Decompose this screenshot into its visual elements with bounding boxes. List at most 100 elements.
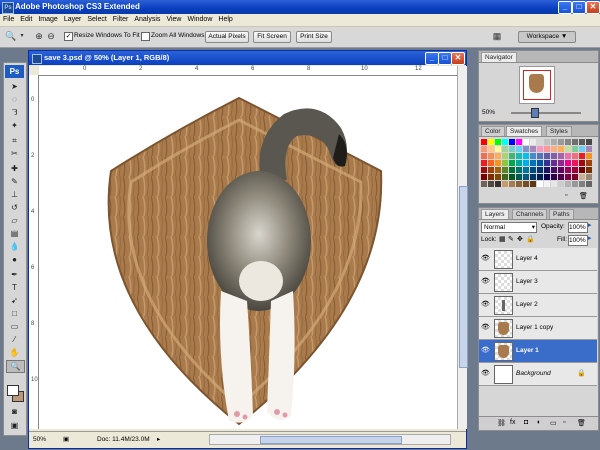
color-swatch[interactable] (537, 153, 543, 159)
resize-windows-checkbox[interactable]: ✓ (64, 32, 73, 41)
color-swatch[interactable] (565, 167, 571, 173)
menu-filter[interactable]: Filter (110, 14, 132, 26)
color-swatch[interactable] (544, 181, 550, 187)
lock-position-icon[interactable]: ✥ (517, 235, 523, 243)
tab-swatches[interactable]: Swatches (506, 126, 543, 136)
color-swatch[interactable] (502, 153, 508, 159)
menu-window[interactable]: Window (184, 14, 215, 26)
tab-layers[interactable]: Layers (481, 209, 509, 219)
magic-wand-tool-icon[interactable]: ✦ (6, 120, 23, 131)
fx-icon[interactable]: fx (510, 419, 515, 426)
navigator-zoom[interactable]: 50% (482, 109, 495, 116)
layer-row-layer-1[interactable]: 👁 Layer 1 (479, 340, 597, 363)
color-swatch[interactable] (495, 181, 501, 187)
dodge-tool-icon[interactable]: ● (6, 254, 23, 265)
color-swatch[interactable] (488, 146, 494, 152)
tab-paths[interactable]: Paths (549, 209, 574, 219)
color-swatch[interactable] (551, 153, 557, 159)
color-swatch[interactable] (579, 174, 585, 180)
tab-color[interactable]: Color (481, 126, 505, 136)
color-swatch[interactable] (495, 167, 501, 173)
visibility-eye-icon[interactable]: 👁 (481, 300, 490, 309)
visibility-eye-icon[interactable]: 👁 (481, 369, 490, 378)
brush-tool-icon[interactable]: ✎ (6, 176, 23, 187)
color-swatch[interactable] (537, 174, 543, 180)
color-swatch[interactable] (565, 174, 571, 180)
color-swatch[interactable] (509, 167, 515, 173)
color-swatch[interactable] (551, 181, 557, 187)
color-swatch[interactable] (586, 153, 592, 159)
color-swatch[interactable] (488, 153, 494, 159)
horizontal-scrollbar[interactable] (209, 434, 451, 445)
zoom-in-icon[interactable]: ⊕ (34, 31, 44, 41)
color-swatch[interactable] (516, 174, 522, 180)
tab-styles[interactable]: Styles (546, 126, 572, 136)
minimize-button[interactable]: _ (558, 1, 572, 14)
color-swatch[interactable] (523, 160, 529, 166)
visibility-eye-icon[interactable]: 👁 (481, 277, 490, 286)
color-swatch[interactable] (516, 167, 522, 173)
layer-row-layer-4[interactable]: 👁 Layer 4 (479, 248, 597, 271)
color-swatch[interactable] (544, 174, 550, 180)
trash-icon[interactable]: 🗑 (577, 419, 586, 427)
color-swatch[interactable] (579, 153, 585, 159)
visibility-eye-icon[interactable]: 👁 (481, 254, 490, 263)
menu-layer[interactable]: Layer (61, 14, 85, 26)
color-swatch[interactable] (481, 146, 487, 152)
lock-transparency-icon[interactable]: ▦ (499, 235, 506, 243)
color-swatch[interactable] (509, 174, 515, 180)
color-swatch[interactable] (544, 139, 550, 145)
layer-row-layer-1-copy[interactable]: 👁 Layer 1 copy (479, 317, 597, 340)
color-swatch[interactable] (530, 160, 536, 166)
color-swatch[interactable] (558, 174, 564, 180)
zoom-tool-icon[interactable]: 🔍 (5, 31, 16, 41)
maximize-button[interactable]: □ (572, 1, 586, 14)
color-swatch[interactable] (572, 139, 578, 145)
blend-mode-select[interactable]: Normal ▾ (481, 222, 537, 233)
color-swatch[interactable] (565, 146, 571, 152)
marquee-tool-icon[interactable]: ◌ (6, 94, 23, 105)
menu-file[interactable]: File (0, 14, 17, 26)
color-swatch[interactable] (509, 139, 515, 145)
color-swatch[interactable] (495, 160, 501, 166)
layer-row-layer-2[interactable]: 👁 Layer 2 (479, 294, 597, 317)
color-swatch[interactable] (551, 174, 557, 180)
hand-tool-icon[interactable]: ✋ (6, 347, 23, 358)
color-swatch[interactable] (509, 181, 515, 187)
color-swatch[interactable] (495, 174, 501, 180)
color-swatch[interactable] (502, 181, 508, 187)
color-swatch[interactable] (572, 160, 578, 166)
type-tool-icon[interactable]: T (6, 282, 23, 293)
doc-maximize-button[interactable]: □ (438, 52, 452, 65)
history-brush-tool-icon[interactable]: ↺ (6, 202, 23, 213)
color-swatch[interactable] (481, 160, 487, 166)
shape-tool-icon[interactable]: □ (6, 308, 23, 319)
color-swatch[interactable] (530, 181, 536, 187)
color-swatch[interactable] (488, 139, 494, 145)
print-size-button[interactable]: Print Size (296, 31, 332, 43)
workspace-button[interactable]: Workspace ▼ (518, 31, 576, 43)
color-swatch[interactable] (530, 139, 536, 145)
zoom-level-field[interactable]: 50% (33, 432, 46, 447)
menu-help[interactable]: Help (215, 14, 235, 26)
color-swatch[interactable] (544, 146, 550, 152)
color-swatch[interactable] (537, 160, 543, 166)
color-swatch[interactable] (537, 146, 543, 152)
palette-well-icon[interactable]: ▦ (492, 31, 502, 41)
color-swatch[interactable] (481, 174, 487, 180)
color-swatch[interactable] (558, 160, 564, 166)
color-swatch[interactable] (509, 160, 515, 166)
color-swatch[interactable] (551, 160, 557, 166)
adjustment-icon[interactable]: ◐ (537, 419, 541, 426)
color-swatch[interactable] (481, 139, 487, 145)
link-icon[interactable]: ⛓ (497, 419, 506, 427)
doc-close-button[interactable]: ✕ (451, 52, 465, 65)
color-swatch[interactable] (586, 160, 592, 166)
color-swatch[interactable] (502, 146, 508, 152)
color-swatch[interactable] (586, 167, 592, 173)
color-swatch[interactable] (523, 174, 529, 180)
color-swatch[interactable] (495, 153, 501, 159)
navigator-zoom-slider[interactable] (511, 112, 581, 114)
color-swatch[interactable] (516, 160, 522, 166)
color-swatch[interactable] (544, 160, 550, 166)
